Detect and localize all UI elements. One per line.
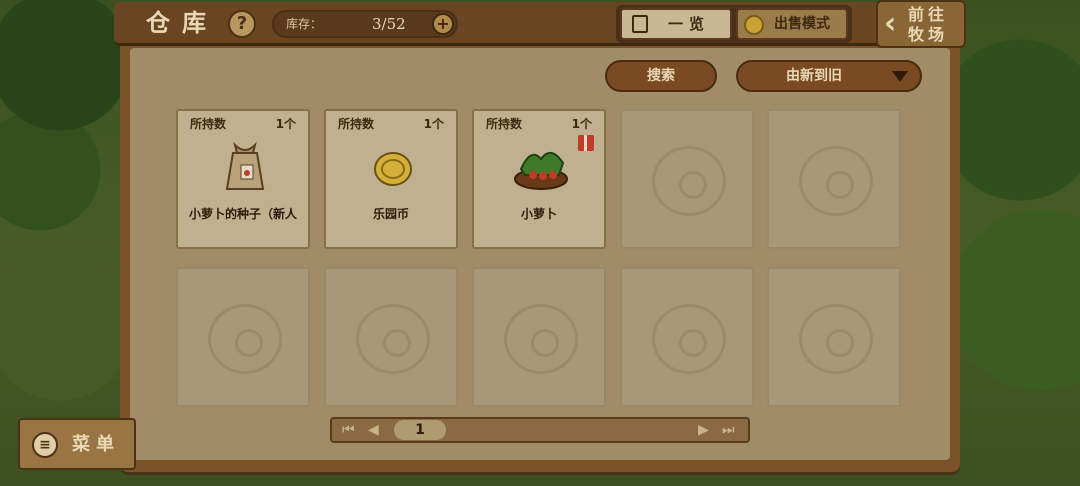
prev-page-icon[interactable]: ◀ [368, 419, 379, 441]
sheep-placeholder-icon [652, 146, 726, 216]
sell-mode-tab[interactable]: 出售模式 [736, 8, 848, 40]
sort-label: 由新到旧 [786, 68, 842, 84]
search-button[interactable]: 搜索 [605, 60, 717, 92]
chevron-down-icon [892, 71, 908, 82]
page-title: 仓库 [146, 8, 218, 37]
goto-farm-button[interactable]: ‹ 前往牧场 [876, 0, 966, 48]
count-value: 1个 [423, 117, 444, 131]
empty-slot [176, 267, 310, 407]
stock-value: 3/52 [372, 15, 406, 33]
sort-dropdown[interactable]: 由新到旧 [736, 60, 922, 92]
seed-bag-icon [225, 141, 265, 190]
item-name: 小萝卜的种子（新人 [188, 207, 297, 221]
stock-indicator: 库存： 3/52 + [272, 10, 458, 38]
empty-slot [767, 267, 901, 407]
sheep-placeholder-icon [799, 146, 873, 216]
item-card[interactable]: 所持数 1个 小萝卜的种子（新人 [176, 109, 310, 249]
coin-icon [374, 152, 412, 186]
sell-mode-label: 出售模式 [774, 16, 830, 32]
menu-icon: ≡ [32, 432, 58, 458]
sheep-placeholder-icon [208, 304, 282, 374]
first-page-icon[interactable]: ⏮ [342, 419, 355, 441]
expand-stock-button[interactable]: + [432, 13, 454, 35]
item-card[interactable]: 所持数 1个 乐园币 [324, 109, 458, 249]
sheep-placeholder-icon [799, 304, 873, 374]
empty-slot [620, 267, 754, 407]
count-value: 1个 [275, 117, 296, 131]
coin-icon [744, 15, 764, 35]
item-card[interactable]: 所持数 1个 小萝卜 [472, 109, 606, 249]
current-page: 1 [394, 420, 446, 440]
next-page-icon[interactable]: ▶ [698, 419, 709, 441]
goto-farm-label: 前往牧场 [908, 5, 949, 44]
count-label: 所持数 [338, 117, 375, 131]
stock-label: 库存： [286, 17, 323, 31]
help-icon[interactable]: ? [228, 10, 256, 38]
sheep-placeholder-icon [356, 304, 430, 374]
last-page-icon[interactable]: ⏭ [722, 419, 735, 441]
empty-slot [324, 267, 458, 407]
item-name: 小萝卜 [520, 207, 557, 221]
empty-slot [767, 109, 901, 249]
empty-slot [472, 267, 606, 407]
gift-icon [578, 135, 594, 151]
menu-label: 菜单 [72, 434, 120, 455]
menu-button[interactable]: ≡ 菜单 [18, 418, 136, 470]
list-icon [632, 15, 648, 33]
count-value: 1个 [571, 117, 592, 131]
list-mode-tab[interactable]: 一览 [620, 8, 732, 40]
radish-basket-icon [514, 152, 568, 190]
list-mode-label: 一览 [668, 15, 711, 33]
chevron-left-icon: ‹ [884, 6, 897, 41]
sheep-placeholder-icon [652, 304, 726, 374]
empty-slot [620, 109, 754, 249]
warehouse-panel [120, 40, 960, 472]
pagination-bar: ⏮ ◀ 1 ▶ ⏭ [330, 417, 750, 443]
item-name: 乐园币 [372, 207, 409, 221]
count-label: 所持数 [190, 117, 227, 131]
count-label: 所持数 [486, 117, 523, 131]
sheep-placeholder-icon [504, 304, 578, 374]
mode-toggle-group: 一览 出售模式 [616, 5, 852, 43]
